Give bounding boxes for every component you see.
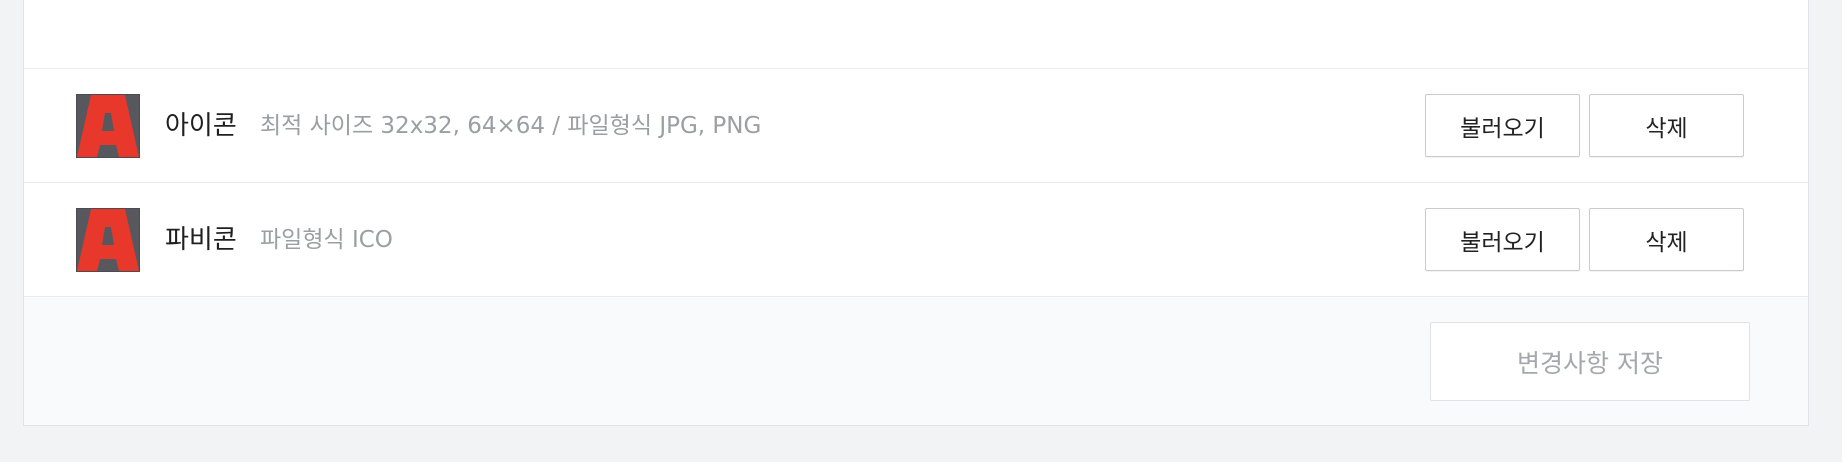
favicon-delete-button[interactable]: 삭제 <box>1589 208 1744 271</box>
favicon-row-description: 파일형식 ICO <box>260 227 393 253</box>
favicon-row-title: 파비콘 <box>165 225 237 255</box>
icon-row: 아이콘 최적 사이즈 32x32, 64×64 / 파일형식 JPG, PNG … <box>24 69 1808 183</box>
icon-row-description: 최적 사이즈 32x32, 64×64 / 파일형식 JPG, PNG <box>260 113 762 139</box>
panel-footer: 변경사항 저장 <box>24 297 1808 425</box>
favicon-load-button[interactable]: 불러오기 <box>1425 208 1580 271</box>
letter-a-logo-icon <box>76 94 140 158</box>
letter-a-logo-icon <box>76 208 140 272</box>
icon-delete-button[interactable]: 삭제 <box>1589 94 1744 157</box>
panel-top-area <box>24 0 1808 69</box>
settings-panel: 아이콘 최적 사이즈 32x32, 64×64 / 파일형식 JPG, PNG … <box>23 0 1809 426</box>
save-changes-button[interactable]: 변경사항 저장 <box>1430 322 1750 401</box>
icon-row-title: 아이콘 <box>165 111 237 141</box>
favicon-row: 파비콘 파일형식 ICO 불러오기 삭제 <box>24 183 1808 297</box>
icon-load-button[interactable]: 불러오기 <box>1425 94 1580 157</box>
